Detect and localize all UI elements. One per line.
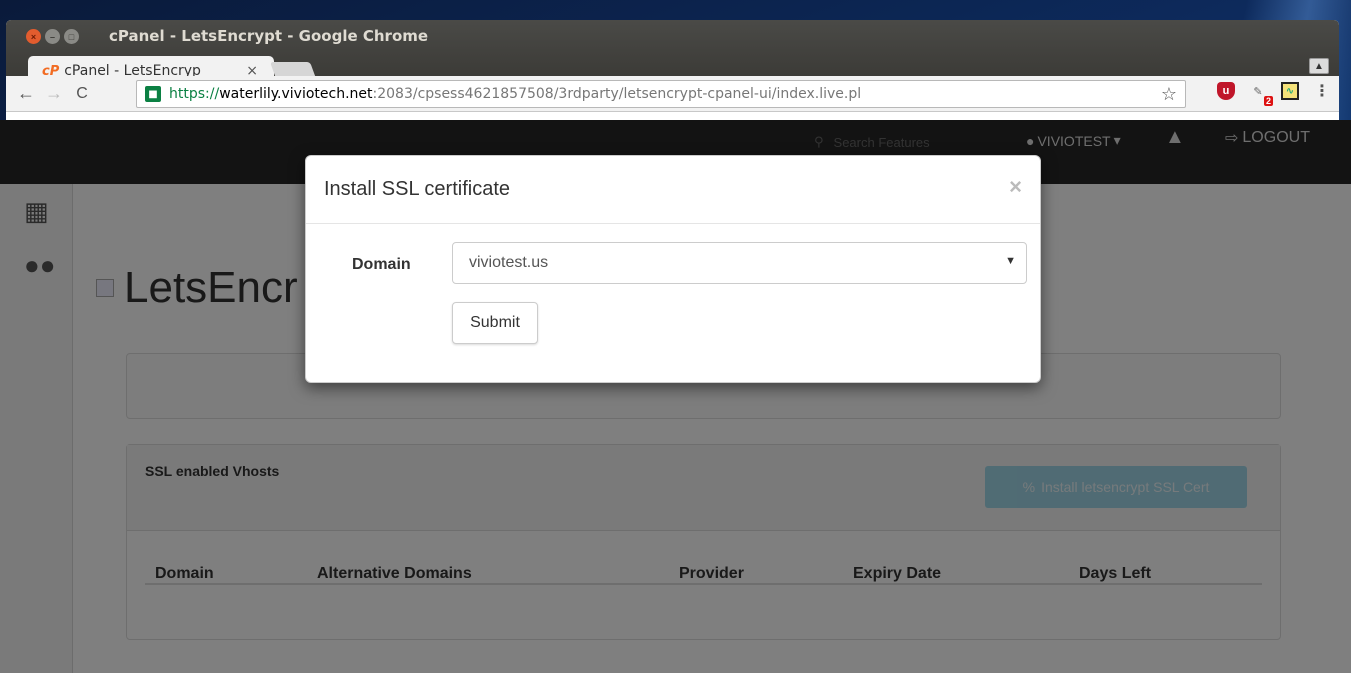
back-icon[interactable]: ← — [12, 83, 40, 104]
close-icon[interactable]: × — [26, 29, 41, 44]
domain-label: Domain — [352, 256, 411, 273]
lock-icon[interactable]: ■ — [145, 86, 161, 102]
profile-icon[interactable]: ▲ — [1309, 58, 1329, 74]
submit-button[interactable]: Submit — [452, 302, 538, 344]
star-icon[interactable]: ☆ — [1161, 84, 1177, 105]
extension-badge: 2 — [1263, 96, 1273, 106]
url-scheme: https:// — [169, 86, 220, 102]
close-icon[interactable]: × — [1009, 174, 1022, 200]
chevron-down-icon: ▼ — [1005, 255, 1016, 267]
menu-icon[interactable]: ⋮ — [1313, 82, 1331, 100]
domain-select[interactable]: viviotest.us ▼ — [452, 242, 1027, 284]
maximize-icon[interactable]: □ — [64, 29, 79, 44]
feather-extension-icon[interactable]: ✎ 2 — [1249, 82, 1273, 106]
address-bar[interactable]: ■ https:// waterlily.viviotech.net :2083… — [136, 80, 1186, 108]
minimize-icon[interactable]: – — [45, 29, 60, 44]
window-controls: × – □ — [26, 29, 79, 44]
domain-select-value: viviotest.us — [469, 254, 549, 271]
monitor-extension-icon[interactable]: ∿ — [1281, 82, 1299, 100]
reload-icon[interactable]: C — [68, 85, 96, 103]
url-host: waterlily.viviotech.net — [219, 86, 373, 102]
modal-title: Install SSL certificate — [324, 178, 511, 200]
title-bar: × – □ cPanel - LetsEncrypt - Google Chro… — [6, 20, 1339, 86]
install-ssl-modal: Install SSL certificate × Domain viviote… — [305, 155, 1041, 383]
extensions-bar: u ✎ 2 ∿ ⋮ — [1217, 82, 1331, 106]
forward-icon[interactable]: → — [40, 83, 68, 104]
browser-toolbar: ← → C ■ https:// waterlily.viviotech.net… — [6, 76, 1339, 112]
window-title: cPanel - LetsEncrypt - Google Chrome — [109, 27, 429, 45]
modal-header: Install SSL certificate × — [306, 156, 1040, 224]
ublock-icon[interactable]: u — [1217, 82, 1235, 100]
url-path: :2083/cpsess4621857508/3rdparty/letsencr… — [372, 86, 862, 102]
